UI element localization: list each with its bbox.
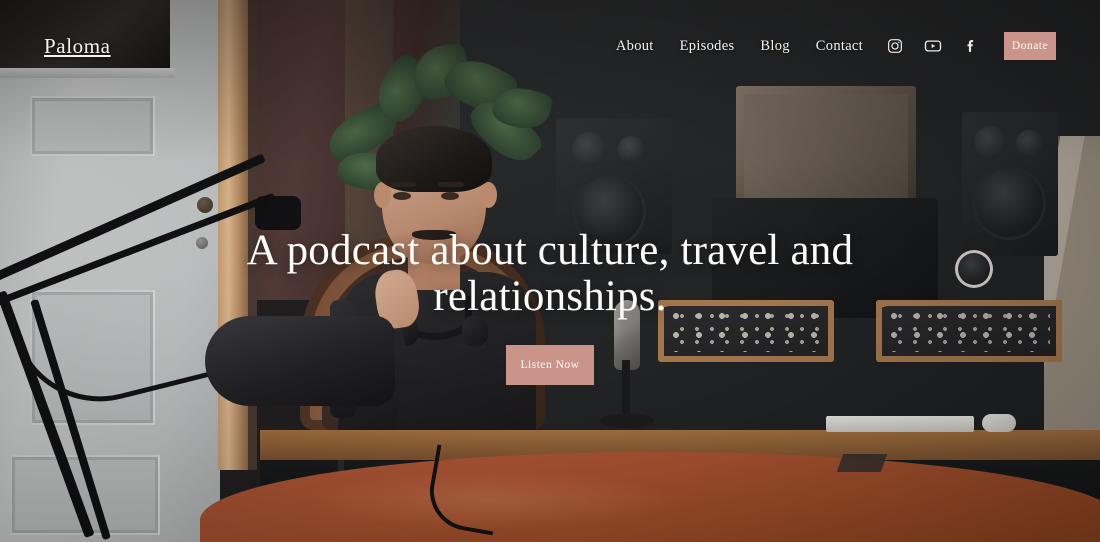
boom-joint bbox=[255, 196, 301, 230]
nav-link-contact[interactable]: Contact bbox=[803, 32, 876, 61]
listen-now-button[interactable]: Listen Now bbox=[506, 345, 594, 386]
hero-section: Paloma About Episodes Blog Contact Donat… bbox=[0, 0, 1100, 542]
instagram-icon[interactable] bbox=[881, 32, 909, 60]
nav-link-episodes[interactable]: Episodes bbox=[667, 32, 748, 61]
table-object bbox=[836, 454, 888, 472]
page-title: A podcast about culture, travel and rela… bbox=[246, 227, 854, 320]
door-panel bbox=[30, 96, 155, 156]
computer-keyboard bbox=[826, 416, 974, 432]
door-knob bbox=[197, 197, 213, 213]
nav-right-group: About Episodes Blog Contact Donate bbox=[603, 32, 1056, 61]
youtube-icon[interactable] bbox=[919, 32, 947, 60]
wall-screen-glass bbox=[744, 94, 908, 198]
hero-copy: A podcast about culture, travel and rela… bbox=[0, 227, 1100, 386]
nav-link-blog[interactable]: Blog bbox=[747, 32, 802, 61]
computer-mouse bbox=[982, 414, 1016, 432]
site-logo[interactable]: Paloma bbox=[44, 34, 111, 59]
donate-button[interactable]: Donate bbox=[1004, 32, 1056, 60]
nav-link-about[interactable]: About bbox=[603, 32, 667, 61]
main-navigation: Paloma About Episodes Blog Contact Donat… bbox=[0, 0, 1100, 92]
microphone-base bbox=[600, 414, 654, 428]
facebook-icon[interactable] bbox=[957, 32, 985, 60]
